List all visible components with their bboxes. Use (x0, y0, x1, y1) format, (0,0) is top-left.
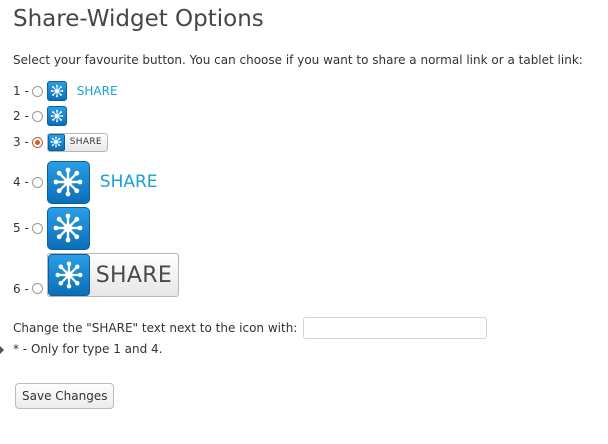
option-6: 6 - SHARE (13, 253, 180, 297)
option-2-radio[interactable] (31, 110, 43, 122)
option-number: 2 - (13, 109, 29, 123)
option-4-radio[interactable] (31, 176, 43, 188)
option-number: 6 - (13, 282, 29, 296)
option-number: 1 - (13, 84, 29, 98)
option-3: 3 - SHARE (13, 132, 108, 152)
share-star-icon (46, 81, 67, 101)
share-star-icon (46, 206, 90, 250)
share-button-small: SHARE (46, 132, 108, 152)
share-text-input[interactable] (303, 317, 488, 339)
option-1: 1 - SHARE (13, 81, 118, 101)
option-number: 3 - (13, 135, 29, 149)
option-3-radio[interactable] (31, 136, 43, 148)
option-2: 2 - (13, 106, 67, 126)
option-5: 5 - (13, 206, 90, 250)
share-link-text: SHARE (99, 172, 158, 192)
share-button-label: SHARE (95, 262, 173, 288)
footnote: * - Only for type 1 and 4. (13, 342, 163, 356)
option-4: 4 - SHARE (13, 160, 158, 204)
share-star-icon (46, 160, 90, 204)
save-changes-button[interactable]: Save Changes (15, 383, 115, 409)
collapse-arrow-icon (0, 346, 4, 354)
share-star-icon (47, 254, 90, 296)
option-6-radio[interactable] (31, 283, 43, 294)
option-5-radio[interactable] (31, 222, 43, 234)
share-text-row: Change the "SHARE" text next to the icon… (13, 317, 488, 339)
page-title: Share-Widget Options (13, 6, 264, 32)
share-text-label: Change the "SHARE" text next to the icon… (13, 321, 298, 335)
share-link-text: SHARE (76, 84, 118, 98)
share-star-icon (46, 106, 67, 126)
intro-text: Select your favourite button. You can ch… (13, 53, 583, 67)
share-button-large: SHARE (46, 253, 180, 297)
option-1-radio[interactable] (31, 85, 43, 97)
option-number: 5 - (13, 221, 29, 235)
share-button-label: SHARE (69, 137, 102, 147)
share-star-icon (47, 133, 65, 151)
option-number: 4 - (13, 175, 29, 189)
